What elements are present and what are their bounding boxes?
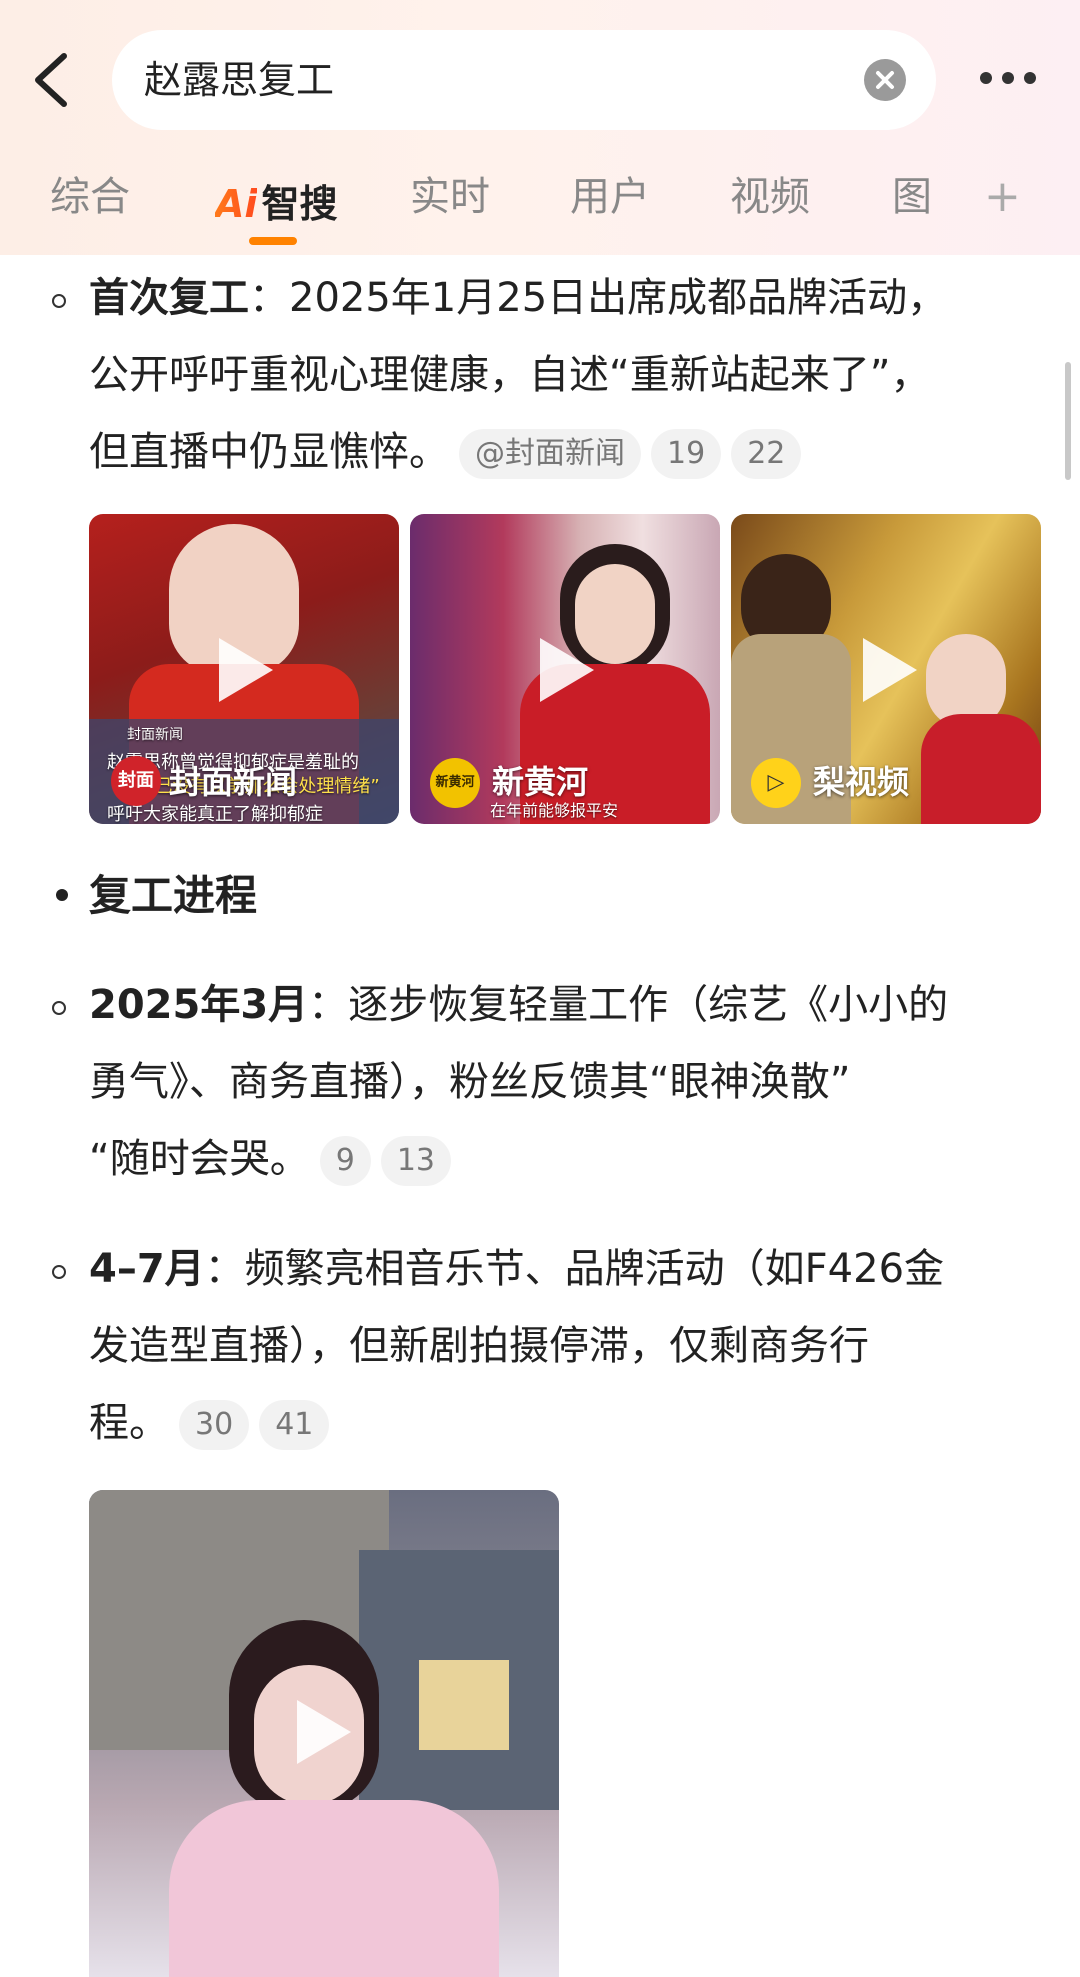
clear-icon[interactable]: [864, 59, 906, 101]
section-title: 复工进程: [89, 871, 258, 920]
bullet-point: [56, 889, 68, 901]
source-logo-icon: 新黄河: [430, 758, 480, 808]
lit-window-shape: [419, 1660, 509, 1750]
colon: ：: [308, 982, 349, 1028]
tab-bar: 综合 Ai 智搜 实时 用户 视频 图 +: [0, 165, 1080, 250]
april-line2: 发造型直播），但新剧拍摄停滞，仅剩商务行: [89, 1323, 869, 1369]
march-paragraph: 2025年3月：逐步恢复轻量工作（综艺《小小的 勇气》、商务直播），粉丝反馈其“…: [89, 967, 1049, 1198]
scrollbar[interactable]: [1065, 362, 1071, 480]
play-icon[interactable]: [219, 638, 273, 702]
march-line2: 勇气》、商务直播），粉丝反馈其“眼神涣散”: [89, 1059, 851, 1105]
back-icon[interactable]: [28, 50, 78, 110]
caption-text: 在年前能够报平安: [490, 801, 619, 820]
first-return-line1: 2025年1月25日出席成都品牌活动，: [289, 275, 948, 321]
april-july-paragraph: 4–7月：频繁亮相音乐节、品牌活动（如F426金 发造型直播），但新剧拍摄停滞，…: [89, 1231, 1049, 1462]
more-icon[interactable]: [980, 70, 1040, 88]
ai-logo-icon: Ai: [215, 182, 258, 226]
colon: ：: [249, 275, 289, 321]
tab-ai-search[interactable]: Ai 智搜: [215, 173, 338, 226]
video-thumbnail[interactable]: 新黄河 新黄河 在年前能够报平安: [410, 514, 720, 824]
march-line3: “随时会哭。: [89, 1136, 310, 1182]
source-name: 封面新闻: [169, 763, 298, 801]
source-name: 新黄河: [492, 763, 589, 801]
reference-chip[interactable]: 13: [380, 1136, 452, 1186]
play-icon[interactable]: [540, 638, 594, 702]
tab-ai-label: 智搜: [261, 182, 338, 226]
caption-line3: 呼吁大家能真正了解抑郁症: [107, 804, 323, 824]
source-logo-icon: 封面: [111, 756, 161, 806]
tab-zonghe[interactable]: 综合: [50, 173, 130, 221]
active-tab-indicator: [249, 237, 297, 245]
april-july-label: 4–7月: [89, 1246, 205, 1292]
pear-video-logo-icon: ▷: [751, 758, 801, 808]
first-return-line2: 公开呼吁重视心理健康，自述“重新站起来了”，: [89, 352, 931, 398]
march-label: 2025年3月: [89, 982, 309, 1028]
tab-shishi[interactable]: 实时: [410, 173, 490, 221]
reference-chip[interactable]: 41: [259, 1400, 330, 1450]
reference-chip[interactable]: 30: [179, 1400, 250, 1450]
bullet-point: [52, 1265, 66, 1279]
video-thumbnail[interactable]: 封面新闻 赵露思称曾觉得抑郁症是羞耻的 “自己没有以前那么会处理情绪” 呼吁大家…: [89, 514, 399, 824]
first-return-line3: 但直播中仍显憔悴。: [89, 429, 449, 475]
tab-tu[interactable]: 图: [892, 173, 932, 221]
add-tab-icon[interactable]: +: [984, 175, 1021, 219]
reference-chip[interactable]: 22: [731, 429, 802, 479]
april-line1: 频繁亮相音乐节、品牌活动（如F426金: [244, 1246, 945, 1292]
pink-coat-shape: [169, 1800, 499, 1977]
caption-source: 封面新闻: [127, 727, 183, 743]
source-name: 梨视频: [813, 763, 910, 801]
top-header: 赵露思复工 综合 Ai 智搜 实时 用户 视频 图 +: [0, 0, 1080, 255]
first-return-label: 首次复工: [89, 275, 249, 321]
bullet-point: [52, 1001, 66, 1015]
video-thumbnail-large[interactable]: [89, 1490, 559, 1977]
search-query-text: 赵露思复工: [144, 58, 335, 102]
play-icon[interactable]: [297, 1700, 351, 1764]
first-return-paragraph: 首次复工：2025年1月25日出席成都品牌活动， 公开呼吁重视心理健康，自述“重…: [89, 260, 1029, 491]
april-line3: 程。: [89, 1400, 169, 1446]
video-thumbnail[interactable]: ▷ 梨视频: [731, 514, 1041, 824]
red-coat-shape: [921, 714, 1041, 824]
march-line1: 逐步恢复轻量工作（综艺《小小的: [348, 982, 949, 1028]
tab-shipin[interactable]: 视频: [730, 173, 810, 221]
source-chip[interactable]: @封面新闻: [459, 429, 641, 479]
play-icon[interactable]: [863, 638, 917, 702]
search-input[interactable]: 赵露思复工: [112, 30, 936, 130]
colon: ：: [204, 1246, 245, 1292]
bullet-point: [52, 294, 66, 308]
tab-yonghu[interactable]: 用户: [570, 173, 650, 221]
reference-chip[interactable]: 19: [651, 429, 722, 479]
reference-chip[interactable]: 9: [319, 1136, 371, 1186]
